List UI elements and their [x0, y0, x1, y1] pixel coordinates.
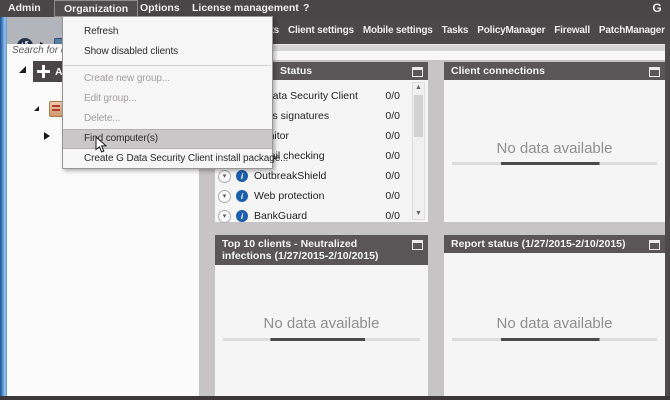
chevron-down-icon[interactable]: ▾ [218, 189, 231, 203]
status-value: 0/0 [385, 110, 400, 122]
status-label: G Data Security Client [254, 90, 358, 102]
scroll-down-icon[interactable]: ▼ [413, 209, 424, 219]
status-panel-title: Status [280, 65, 313, 77]
status-row: ▾ i BankGuard 0/0 [218, 206, 400, 226]
scroll-up-icon[interactable]: ▲ [413, 83, 424, 93]
menu-item-delete: Delete... [84, 113, 121, 124]
scrollbar[interactable]: ▲ ▼ [412, 82, 425, 220]
menu-item-show-disabled-clients[interactable]: Show disabled clients [63, 42, 272, 62]
status-label: Virus signatures [254, 110, 330, 122]
no-data-text: No data available [263, 315, 380, 332]
tab-mobile-settings[interactable]: Mobile settings [363, 25, 433, 36]
menu-organization[interactable]: Organization [54, 0, 139, 17]
top10-header: Top 10 clients - Neutralized infections … [215, 235, 428, 265]
top10-panel: Top 10 clients - Neutralized infections … [215, 235, 428, 396]
menu-options[interactable]: Options [140, 0, 180, 17]
chevron-down-icon[interactable]: ▾ [218, 209, 231, 223]
organization-dropdown-menu: Refresh Show disabled clients Create new… [62, 16, 288, 169]
gdata-logo-icon: G [652, 1, 662, 15]
tree-expander-open-icon[interactable] [34, 106, 39, 111]
client-connections-header: Client connections [444, 62, 665, 80]
no-data-line [452, 338, 657, 341]
menu-bar: Admin Organization Options License manag… [0, 0, 670, 17]
status-value: 0/0 [385, 130, 400, 142]
menu-license-management[interactable]: License management [192, 0, 299, 17]
status-value: 0/0 [385, 90, 400, 102]
window-left-border [0, 17, 7, 396]
client-connections-title: Client connections [451, 65, 545, 77]
no-data-text: No data available [496, 140, 613, 157]
menu-admin[interactable]: Admin [8, 0, 41, 17]
chevron-down-icon[interactable]: ▾ [218, 169, 231, 183]
report-status-panel: Report status (1/27/2015-2/10/2015) No d… [444, 235, 665, 396]
window-right-border [665, 44, 670, 396]
status-label: Web protection [254, 190, 325, 202]
no-data-line [452, 162, 657, 165]
scrollbar-thumb[interactable] [414, 95, 423, 137]
menu-separator [64, 65, 271, 66]
menu-item-refresh[interactable]: Refresh [63, 22, 272, 42]
menu-item-create-new-group: Create new group... [84, 73, 170, 84]
tab-client-settings[interactable]: Client settings [288, 25, 354, 36]
tab-firewall[interactable]: Firewall [554, 25, 590, 36]
tree-expander-open-icon[interactable] [19, 66, 26, 73]
no-data-text: No data available [496, 315, 613, 332]
client-connections-panel: Client connections No data available [444, 62, 665, 222]
tab-tasks[interactable]: Tasks [442, 25, 469, 36]
report-status-header: Report status (1/27/2015-2/10/2015) [444, 235, 665, 253]
status-value: 0/0 [385, 190, 400, 202]
window-bottom-border [0, 396, 670, 400]
tab-patchmanager[interactable]: PatchManager [599, 25, 665, 36]
status-value: 0/0 [385, 210, 400, 222]
status-value: 0/0 [385, 170, 400, 182]
status-row: ▾ i Web protection 0/0 [218, 186, 400, 206]
top10-title: Top 10 clients - Neutralized infections … [222, 238, 379, 262]
panel-menu-icon[interactable] [412, 240, 423, 250]
status-label: Monitor [254, 130, 385, 142]
no-data-line [223, 338, 420, 341]
info-icon: i [236, 190, 248, 202]
report-status-title: Report status (1/27/2015-2/10/2015) [451, 238, 626, 250]
panel-menu-icon[interactable] [649, 67, 660, 77]
panel-menu-icon[interactable] [412, 67, 423, 77]
tree-expander-closed-icon[interactable] [44, 132, 50, 140]
all-clients-icon [37, 65, 50, 78]
menu-item-edit-group: Edit group... [84, 93, 137, 104]
status-row: ▾ i OutbreakShield 0/0 [218, 166, 400, 186]
menu-help[interactable]: ? [303, 0, 309, 17]
mouse-cursor-icon [95, 135, 108, 159]
tab-policymanager[interactable]: PolicyManager [477, 25, 545, 36]
status-label: BankGuard [254, 210, 308, 222]
info-icon: i [236, 210, 248, 222]
panel-menu-icon[interactable] [649, 240, 660, 250]
status-value: 0/0 [385, 150, 400, 162]
info-icon: i [236, 170, 248, 182]
status-label: OutbreakShield [254, 170, 327, 182]
